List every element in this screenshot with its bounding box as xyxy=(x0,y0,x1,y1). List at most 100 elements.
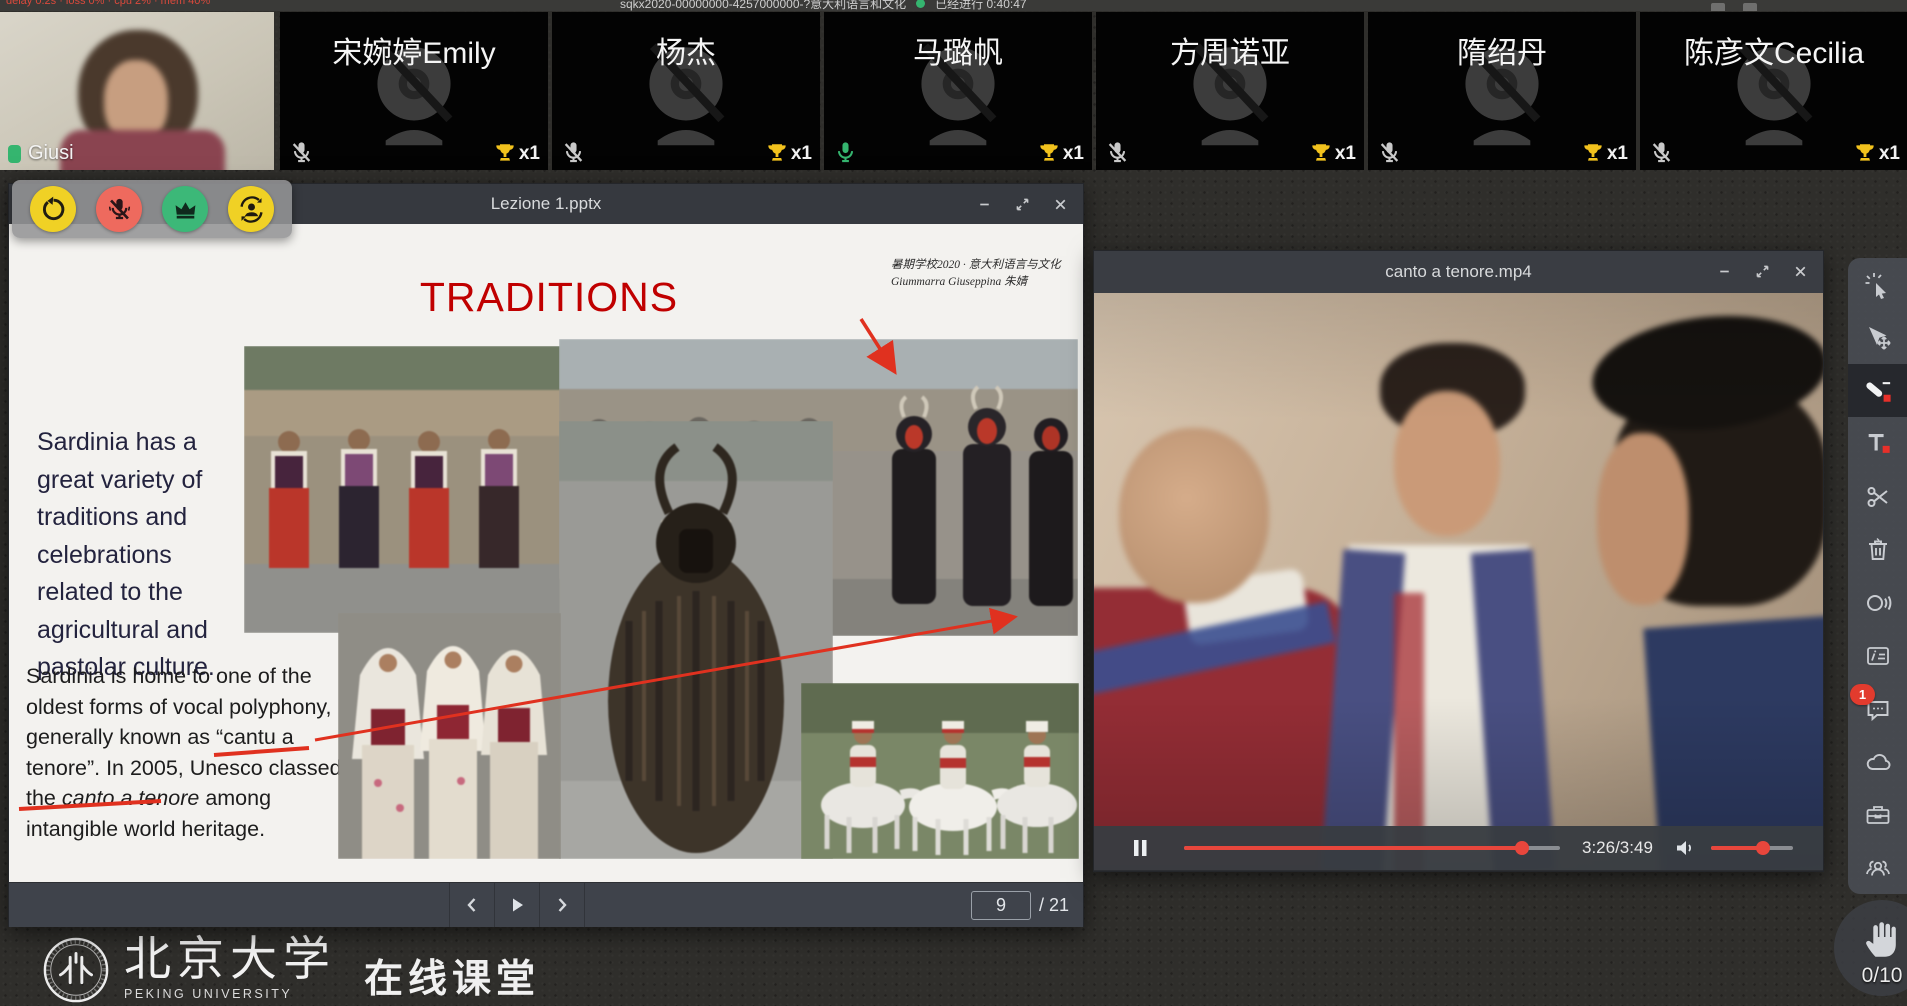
tool-laser-pointer[interactable] xyxy=(1848,258,1907,311)
student-tile[interactable]: 方周诺亚 x1 xyxy=(1096,12,1364,170)
video-titlebar[interactable]: canto a tenore.mp4 xyxy=(1094,251,1823,293)
trophy-count: x1 xyxy=(1063,143,1084,165)
pku-seal-logo xyxy=(42,936,110,1004)
student-tile[interactable]: 陈彦文Cecilia x1 xyxy=(1640,12,1907,170)
teacher-video-tile[interactable]: Giusi xyxy=(0,12,274,170)
tool-answer-board[interactable] xyxy=(1848,629,1907,682)
play-slideshow-button[interactable] xyxy=(495,883,539,927)
page-total-label: / 21 xyxy=(1039,895,1069,916)
video-tiles-row: Giusi 宋婉婷Emilyx1杨杰x1马璐帆x1方周诺亚x1隋绍丹x1陈彦文C… xyxy=(0,12,1907,170)
teacher-label: Giusi xyxy=(8,142,74,165)
student-tile[interactable]: 隋绍丹 x1 xyxy=(1368,12,1636,170)
student-tile[interactable]: 马璐帆 x1 xyxy=(824,12,1092,170)
ppt-window-controls xyxy=(965,184,1079,224)
slide-canvas[interactable]: TRADITIONS 暑期学校2020 · 意大利语言与文化 Giummarra… xyxy=(9,224,1083,882)
prev-page-button[interactable] xyxy=(450,883,494,927)
university-name-cn: 北京大学 xyxy=(124,936,336,985)
top-status-bar: delay 0.2s · loss 0% · cpu 2% · mem 40% … xyxy=(0,0,1907,11)
time-label: 3:26/3:49 xyxy=(1582,838,1653,858)
page-number-input[interactable]: 9 xyxy=(971,891,1031,920)
mic-muted-icon xyxy=(288,139,315,166)
next-page-button[interactable] xyxy=(540,883,584,927)
mute-mic-button[interactable] xyxy=(96,186,142,232)
tool-select-move[interactable] xyxy=(1848,311,1907,364)
close-button[interactable] xyxy=(1041,184,1079,224)
trophy-icon xyxy=(1853,141,1877,165)
progress-handle[interactable] xyxy=(1515,841,1529,855)
trophy-badge: x1 xyxy=(765,141,812,165)
slide-title: TRADITIONS xyxy=(329,274,769,321)
select-move-icon xyxy=(1864,324,1892,352)
product-name: 在线课堂 xyxy=(364,948,540,1004)
speaker-icon[interactable] xyxy=(1711,3,1725,11)
apps-icon[interactable] xyxy=(1743,3,1757,11)
student-name: 宋婉婷Emily xyxy=(307,36,521,72)
student-tile[interactable]: 宋婉婷Emily x1 xyxy=(280,12,548,170)
tool-responder[interactable] xyxy=(1848,576,1907,629)
video-vignette xyxy=(1094,293,1823,870)
video-frame[interactable]: 3:26/3:49 xyxy=(1094,293,1823,870)
student-name: 陈彦文Cecilia xyxy=(1667,36,1881,72)
quick-actions-toolbar xyxy=(12,180,292,238)
trophy-icon xyxy=(1037,141,1061,165)
minimize-button[interactable] xyxy=(965,184,1003,224)
tool-scissors[interactable] xyxy=(1848,470,1907,523)
text-icon xyxy=(1864,430,1892,458)
class-id-text: sqkx2020-00000000-4257000000-?意大利语言和文化 已… xyxy=(620,0,1027,11)
volume-slider[interactable] xyxy=(1711,846,1793,850)
tool-toolbox[interactable] xyxy=(1848,788,1907,841)
minimize-button[interactable] xyxy=(1705,251,1743,291)
trophy-count: x1 xyxy=(519,143,540,165)
mic-muted-icon xyxy=(560,139,587,166)
maximize-button[interactable] xyxy=(1743,251,1781,291)
speaker-icon[interactable] xyxy=(1673,836,1697,860)
close-button[interactable] xyxy=(1781,251,1819,291)
student-name: 方周诺亚 xyxy=(1123,36,1337,72)
slide-paragraph-1: Sardinia has a great variety of traditio… xyxy=(37,424,245,687)
tool-pen[interactable] xyxy=(1848,364,1907,417)
network-stats-text: delay 0.2s · loss 0% · cpu 2% · mem 40% xyxy=(6,0,210,7)
mic-on-badge xyxy=(8,145,21,163)
answer-board-icon xyxy=(1864,642,1892,670)
crown-reward-button[interactable] xyxy=(162,186,208,232)
trophy-icon xyxy=(765,141,789,165)
student-name: 隋绍丹 xyxy=(1395,36,1609,72)
photo-veiled-women xyxy=(338,613,561,859)
undo-button[interactable] xyxy=(30,186,76,232)
cloud-disk-icon xyxy=(1864,748,1892,776)
tool-members[interactable] xyxy=(1848,841,1907,894)
tool-chat[interactable]: 1 xyxy=(1848,682,1907,735)
chat-badge: 1 xyxy=(1850,684,1875,705)
topbar-icons xyxy=(1711,3,1757,11)
switch-camera-button[interactable] xyxy=(228,186,274,232)
student-tile[interactable]: 杨杰x1 xyxy=(552,12,820,170)
student-name: 马璐帆 xyxy=(851,36,1065,72)
volume-fill xyxy=(1711,846,1763,850)
trophy-count: x1 xyxy=(791,143,812,165)
tool-cloud-disk[interactable] xyxy=(1848,735,1907,788)
pause-button[interactable] xyxy=(1128,836,1152,860)
toolbox-icon xyxy=(1864,801,1892,829)
corner-note-line1: 暑期学校2020 · 意大利语言与文化 xyxy=(891,257,1071,274)
tool-text[interactable] xyxy=(1848,417,1907,470)
volume-handle[interactable] xyxy=(1756,841,1770,855)
progress-bar[interactable] xyxy=(1184,846,1560,850)
trophy-badge: x1 xyxy=(1581,141,1628,165)
trophy-icon xyxy=(1581,141,1605,165)
progress-fill xyxy=(1184,846,1522,850)
tool-eraser-trash[interactable] xyxy=(1848,523,1907,576)
mute-mic-icon xyxy=(106,196,133,223)
status-dot xyxy=(916,0,925,8)
members-icon xyxy=(1864,854,1892,882)
laser-pointer-icon xyxy=(1864,271,1892,299)
scissors-icon xyxy=(1864,483,1892,511)
teacher-shoulders xyxy=(60,130,225,170)
maximize-button[interactable] xyxy=(1003,184,1041,224)
crown-reward-icon xyxy=(172,196,199,223)
classin-app: delay 0.2s · loss 0% · cpu 2% · mem 40% … xyxy=(0,0,1907,1006)
trophy-count: x1 xyxy=(1335,143,1356,165)
eraser-trash-icon xyxy=(1864,536,1892,564)
trophy-badge: x1 xyxy=(1853,141,1900,165)
trophy-count: x1 xyxy=(1879,143,1900,165)
nav-lead-space xyxy=(9,883,449,927)
